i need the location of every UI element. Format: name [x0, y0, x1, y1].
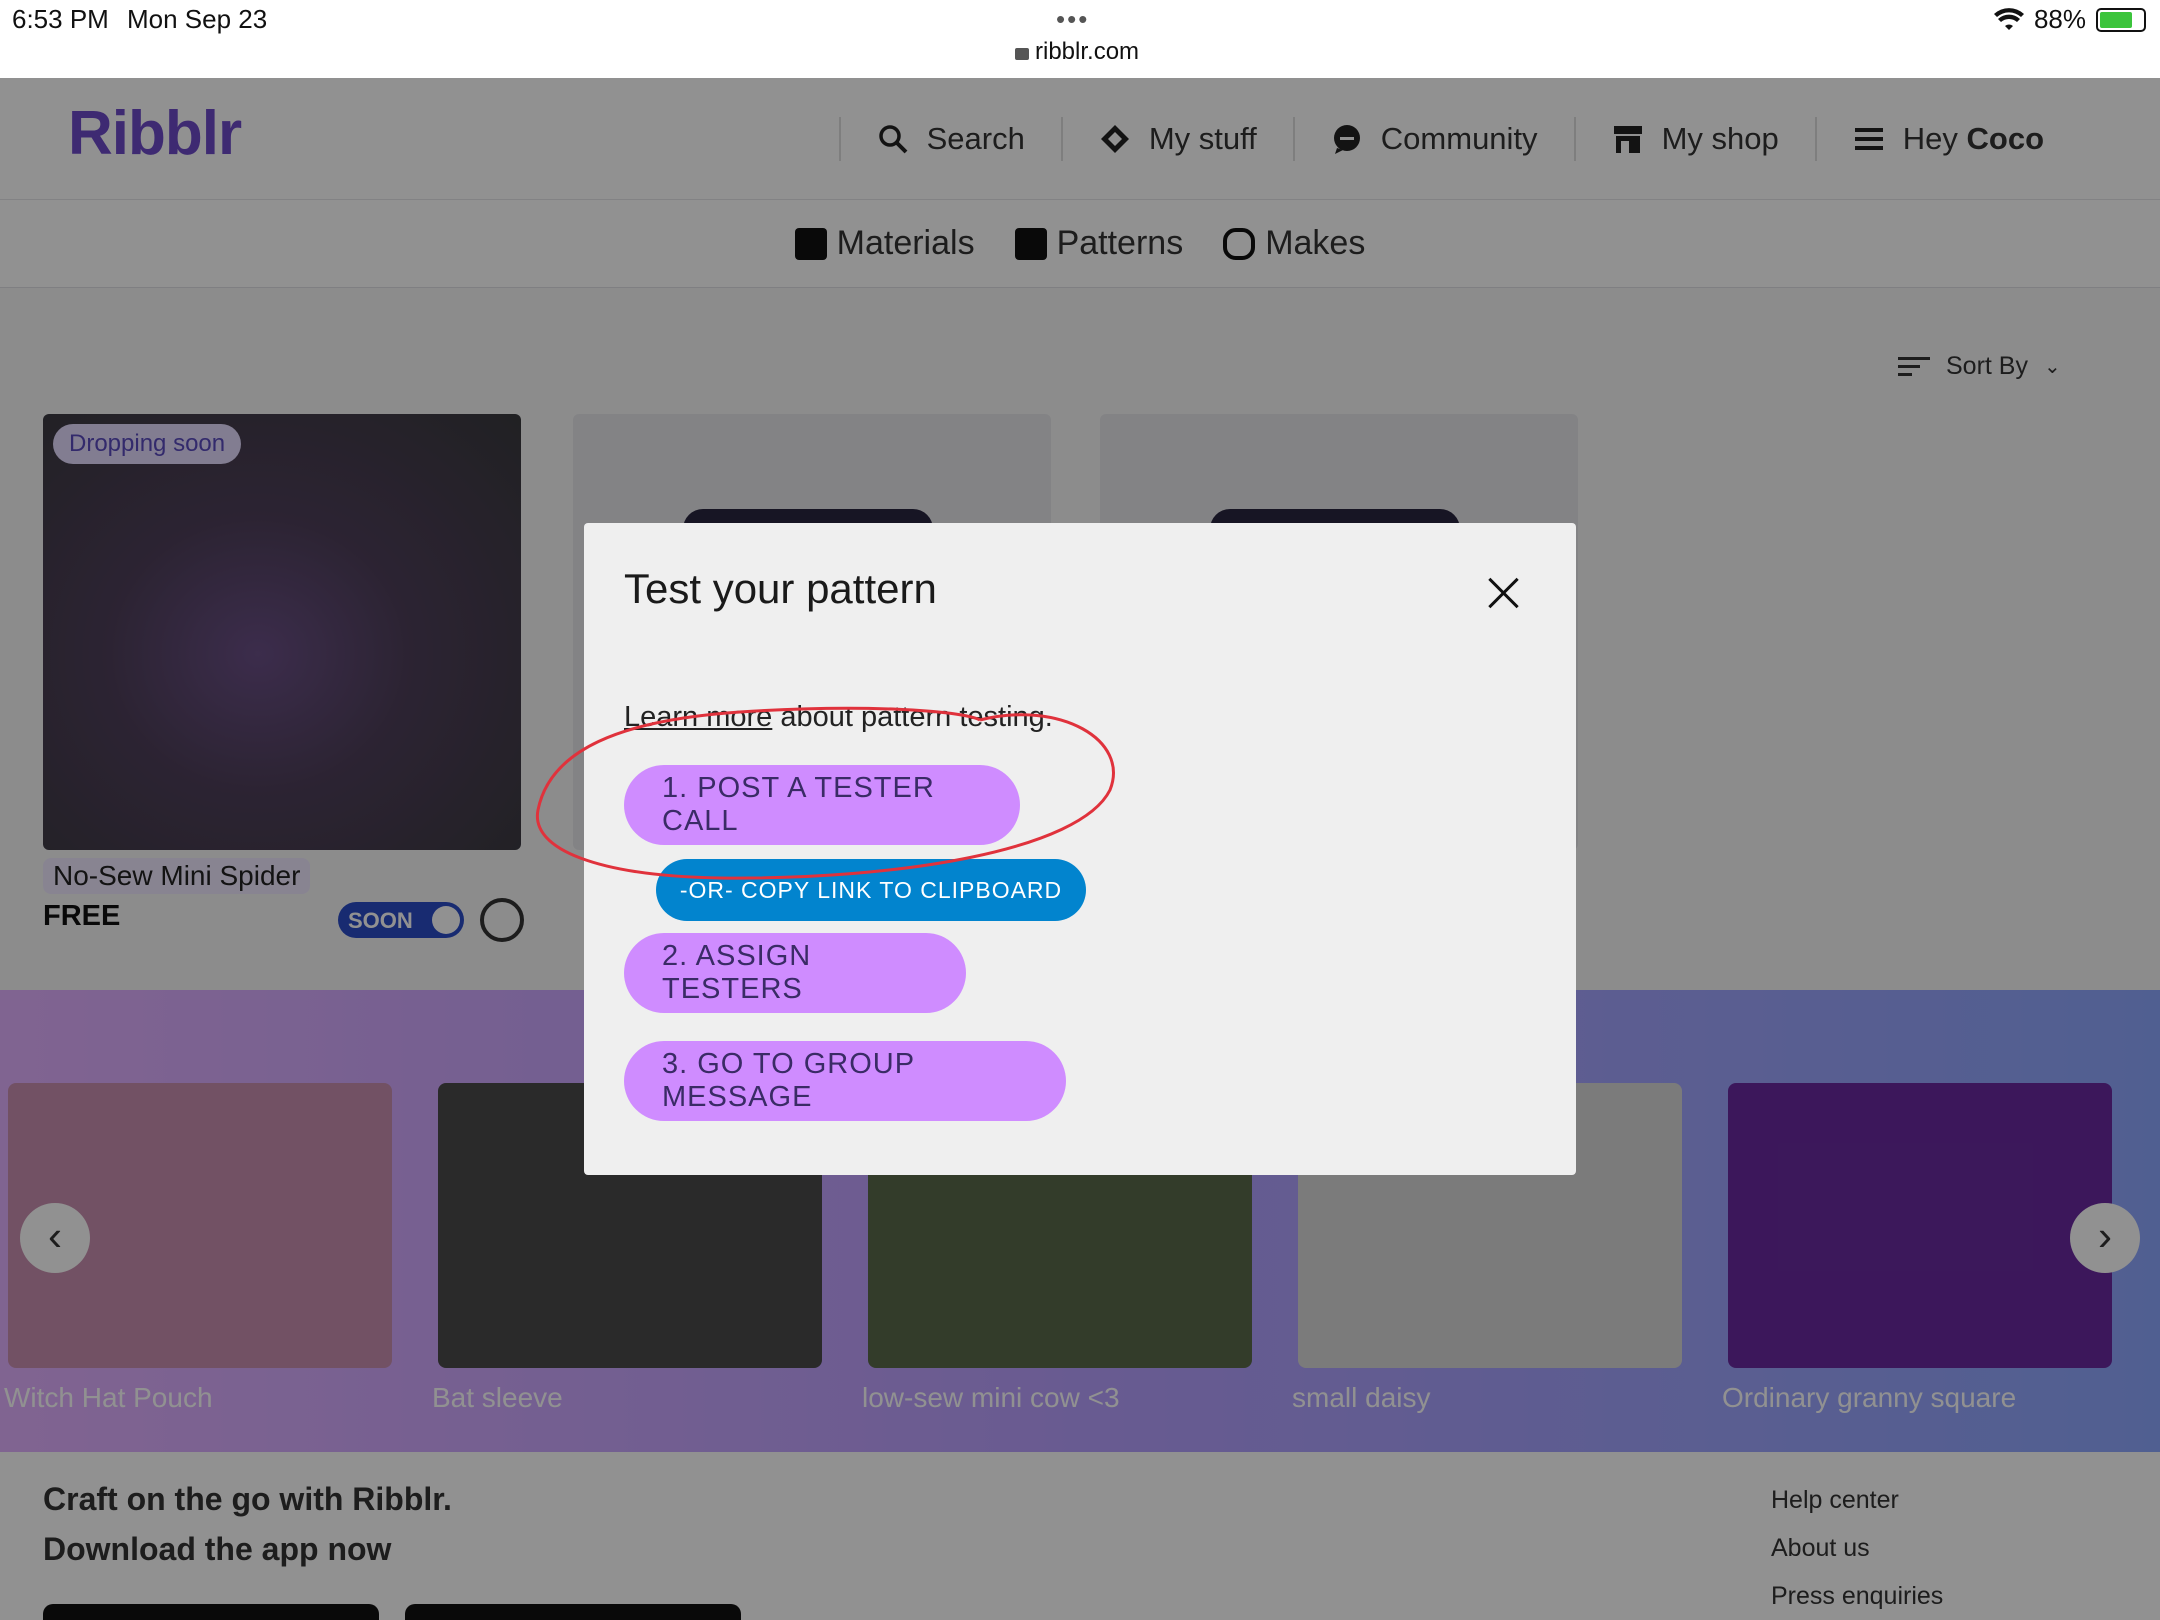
- status-time: 6:53 PM: [12, 4, 109, 34]
- battery-icon: [2096, 7, 2146, 32]
- close-icon[interactable]: [1482, 571, 1526, 615]
- status-right: 88%: [1993, 4, 2146, 35]
- assign-testers-button[interactable]: 2. ASSIGN TESTERS: [624, 933, 966, 1013]
- address-bar[interactable]: ribblr.com: [1015, 38, 1139, 66]
- modal-title: Test your pattern: [624, 565, 937, 612]
- learn-more-rest: about pattern testing.: [772, 701, 1053, 733]
- status-date: Mon Sep 23: [127, 4, 268, 34]
- learn-more-text: Learn more about pattern testing.: [624, 701, 1053, 734]
- learn-more-link[interactable]: Learn more: [624, 701, 772, 733]
- status-bar: 6:53 PM Mon Sep 23 ••• ribblr.com 88%: [0, 0, 2160, 78]
- wifi-icon: [1993, 7, 2024, 30]
- group-message-button[interactable]: 3. GO TO GROUP MESSAGE: [624, 1041, 1066, 1121]
- test-pattern-modal: Test your pattern Learn more about patte…: [584, 523, 1576, 1175]
- multitask-dots[interactable]: •••: [1056, 4, 1089, 35]
- copy-link-button[interactable]: -OR- COPY LINK TO CLIPBOARD: [656, 859, 1086, 921]
- url-text: ribblr.com: [1035, 38, 1140, 65]
- lock-icon: [1015, 48, 1029, 60]
- post-tester-call-button[interactable]: 1. POST A TESTER CALL: [624, 765, 1020, 845]
- battery-percent: 88%: [2033, 4, 2086, 34]
